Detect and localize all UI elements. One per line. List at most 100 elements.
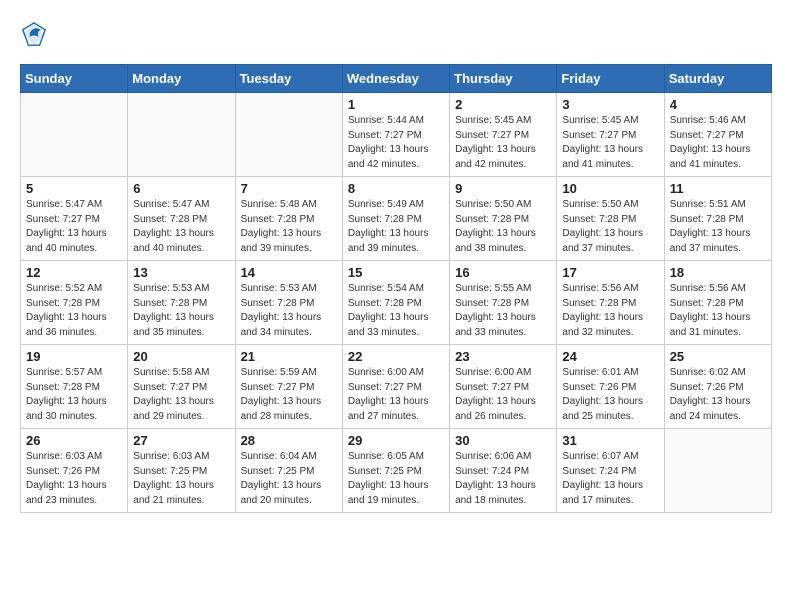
calendar-cell: 30 Sunrise: 6:06 AM Sunset: 7:24 PM Dayli…	[450, 429, 557, 513]
day-number: 1	[348, 97, 444, 112]
calendar-cell: 10 Sunrise: 5:50 AM Sunset: 7:28 PM Dayli…	[557, 177, 664, 261]
calendar-table: SundayMondayTuesdayWednesdayThursdayFrid…	[20, 64, 772, 513]
weekday-header-thursday: Thursday	[450, 65, 557, 93]
day-info: Sunrise: 5:47 AM Sunset: 7:28 PM Dayligh…	[133, 198, 229, 256]
day-number: 25	[670, 349, 766, 364]
calendar-cell: 4 Sunrise: 5:46 AM Sunset: 7:27 PM Daylig…	[664, 93, 771, 177]
calendar-week-row: 12 Sunrise: 5:52 AM Sunset: 7:28 PM Dayli…	[21, 261, 772, 345]
calendar-week-row: 19 Sunrise: 5:57 AM Sunset: 7:28 PM Dayli…	[21, 345, 772, 429]
day-number: 30	[455, 433, 551, 448]
day-info: Sunrise: 5:48 AM Sunset: 7:28 PM Dayligh…	[241, 198, 337, 256]
calendar-cell: 12 Sunrise: 5:52 AM Sunset: 7:28 PM Dayli…	[21, 261, 128, 345]
calendar-cell: 24 Sunrise: 6:01 AM Sunset: 7:26 PM Dayli…	[557, 345, 664, 429]
day-number: 28	[241, 433, 337, 448]
day-info: Sunrise: 6:07 AM Sunset: 7:24 PM Dayligh…	[562, 450, 658, 508]
calendar-cell: 1 Sunrise: 5:44 AM Sunset: 7:27 PM Daylig…	[342, 93, 449, 177]
weekday-header-wednesday: Wednesday	[342, 65, 449, 93]
day-info: Sunrise: 6:02 AM Sunset: 7:26 PM Dayligh…	[670, 366, 766, 424]
day-number: 24	[562, 349, 658, 364]
day-info: Sunrise: 5:59 AM Sunset: 7:27 PM Dayligh…	[241, 366, 337, 424]
day-number: 27	[133, 433, 229, 448]
day-number: 21	[241, 349, 337, 364]
calendar-cell	[235, 93, 342, 177]
calendar-week-row: 26Sunrise: 6:03 AM Sunset: 7:26 PM Dayli…	[21, 429, 772, 513]
calendar-cell: 15 Sunrise: 5:54 AM Sunset: 7:28 PM Dayli…	[342, 261, 449, 345]
day-info: Sunrise: 5:49 AM Sunset: 7:28 PM Dayligh…	[348, 198, 444, 256]
day-info: Sunrise: 6:00 AM Sunset: 7:27 PM Dayligh…	[348, 366, 444, 424]
day-info: Sunrise: 5:51 AM Sunset: 7:28 PM Dayligh…	[670, 198, 766, 256]
day-number: 2	[455, 97, 551, 112]
day-number: 29	[348, 433, 444, 448]
calendar-week-row: 1 Sunrise: 5:44 AM Sunset: 7:27 PM Daylig…	[21, 93, 772, 177]
calendar-cell: 29 Sunrise: 6:05 AM Sunset: 7:25 PM Dayli…	[342, 429, 449, 513]
day-info: Sunrise: 5:47 AM Sunset: 7:27 PM Dayligh…	[26, 198, 122, 256]
calendar-cell: 7 Sunrise: 5:48 AM Sunset: 7:28 PM Daylig…	[235, 177, 342, 261]
day-number: 13	[133, 265, 229, 280]
calendar-cell: 9 Sunrise: 5:50 AM Sunset: 7:28 PM Daylig…	[450, 177, 557, 261]
day-number: 31	[562, 433, 658, 448]
day-info: Sunrise: 5:52 AM Sunset: 7:28 PM Dayligh…	[26, 282, 122, 340]
day-number: 4	[670, 97, 766, 112]
day-info: Sunrise: 5:55 AM Sunset: 7:28 PM Dayligh…	[455, 282, 551, 340]
logo	[20, 20, 52, 48]
weekday-header-monday: Monday	[128, 65, 235, 93]
day-info: Sunrise: 5:56 AM Sunset: 7:28 PM Dayligh…	[562, 282, 658, 340]
day-number: 20	[133, 349, 229, 364]
day-number: 26	[26, 433, 122, 448]
calendar-cell: 8Sunrise: 5:49 AM Sunset: 7:28 PM Daylig…	[342, 177, 449, 261]
calendar-cell: 20 Sunrise: 5:58 AM Sunset: 7:27 PM Dayli…	[128, 345, 235, 429]
day-number: 19	[26, 349, 122, 364]
page-header	[20, 20, 772, 48]
calendar-cell: 16 Sunrise: 5:55 AM Sunset: 7:28 PM Dayli…	[450, 261, 557, 345]
day-info: Sunrise: 5:54 AM Sunset: 7:28 PM Dayligh…	[348, 282, 444, 340]
day-number: 23	[455, 349, 551, 364]
day-number: 12	[26, 265, 122, 280]
calendar-cell: 27 Sunrise: 6:03 AM Sunset: 7:25 PM Dayli…	[128, 429, 235, 513]
calendar-cell: 5 Sunrise: 5:47 AM Sunset: 7:27 PM Daylig…	[21, 177, 128, 261]
calendar-cell: 28 Sunrise: 6:04 AM Sunset: 7:25 PM Dayli…	[235, 429, 342, 513]
calendar-cell	[664, 429, 771, 513]
day-number: 6	[133, 181, 229, 196]
day-info: Sunrise: 5:50 AM Sunset: 7:28 PM Dayligh…	[455, 198, 551, 256]
day-number: 3	[562, 97, 658, 112]
day-info: Sunrise: 6:06 AM Sunset: 7:24 PM Dayligh…	[455, 450, 551, 508]
day-info: Sunrise: 5:46 AM Sunset: 7:27 PM Dayligh…	[670, 114, 766, 172]
day-info: Sunrise: 6:00 AM Sunset: 7:27 PM Dayligh…	[455, 366, 551, 424]
weekday-header-row: SundayMondayTuesdayWednesdayThursdayFrid…	[21, 65, 772, 93]
day-info: Sunrise: 6:01 AM Sunset: 7:26 PM Dayligh…	[562, 366, 658, 424]
day-info: Sunrise: 6:04 AM Sunset: 7:25 PM Dayligh…	[241, 450, 337, 508]
day-info: Sunrise: 5:53 AM Sunset: 7:28 PM Dayligh…	[133, 282, 229, 340]
day-info: Sunrise: 5:57 AM Sunset: 7:28 PM Dayligh…	[26, 366, 122, 424]
day-info: Sunrise: 6:03 AM Sunset: 7:25 PM Dayligh…	[133, 450, 229, 508]
day-number: 18	[670, 265, 766, 280]
calendar-cell	[21, 93, 128, 177]
calendar-cell: 31 Sunrise: 6:07 AM Sunset: 7:24 PM Dayli…	[557, 429, 664, 513]
calendar-cell: 25 Sunrise: 6:02 AM Sunset: 7:26 PM Dayli…	[664, 345, 771, 429]
calendar-cell: 19 Sunrise: 5:57 AM Sunset: 7:28 PM Dayli…	[21, 345, 128, 429]
day-number: 15	[348, 265, 444, 280]
day-info: Sunrise: 5:50 AM Sunset: 7:28 PM Dayligh…	[562, 198, 658, 256]
calendar-header: SundayMondayTuesdayWednesdayThursdayFrid…	[21, 65, 772, 93]
calendar-cell: 17 Sunrise: 5:56 AM Sunset: 7:28 PM Dayli…	[557, 261, 664, 345]
weekday-header-sunday: Sunday	[21, 65, 128, 93]
calendar-body: 1 Sunrise: 5:44 AM Sunset: 7:27 PM Daylig…	[21, 93, 772, 513]
day-number: 16	[455, 265, 551, 280]
weekday-header-friday: Friday	[557, 65, 664, 93]
logo-icon	[20, 20, 48, 48]
calendar-cell: 21 Sunrise: 5:59 AM Sunset: 7:27 PM Dayli…	[235, 345, 342, 429]
calendar-cell: 18 Sunrise: 5:56 AM Sunset: 7:28 PM Dayli…	[664, 261, 771, 345]
day-number: 5	[26, 181, 122, 196]
calendar-cell: 13 Sunrise: 5:53 AM Sunset: 7:28 PM Dayli…	[128, 261, 235, 345]
day-number: 7	[241, 181, 337, 196]
day-info: Sunrise: 5:56 AM Sunset: 7:28 PM Dayligh…	[670, 282, 766, 340]
calendar-cell: 6 Sunrise: 5:47 AM Sunset: 7:28 PM Daylig…	[128, 177, 235, 261]
day-info: Sunrise: 5:44 AM Sunset: 7:27 PM Dayligh…	[348, 114, 444, 172]
calendar-week-row: 5 Sunrise: 5:47 AM Sunset: 7:27 PM Daylig…	[21, 177, 772, 261]
day-number: 9	[455, 181, 551, 196]
day-number: 10	[562, 181, 658, 196]
day-info: Sunrise: 5:58 AM Sunset: 7:27 PM Dayligh…	[133, 366, 229, 424]
day-number: 17	[562, 265, 658, 280]
day-info: Sunrise: 6:05 AM Sunset: 7:25 PM Dayligh…	[348, 450, 444, 508]
calendar-cell	[128, 93, 235, 177]
day-info: Sunrise: 5:45 AM Sunset: 7:27 PM Dayligh…	[455, 114, 551, 172]
